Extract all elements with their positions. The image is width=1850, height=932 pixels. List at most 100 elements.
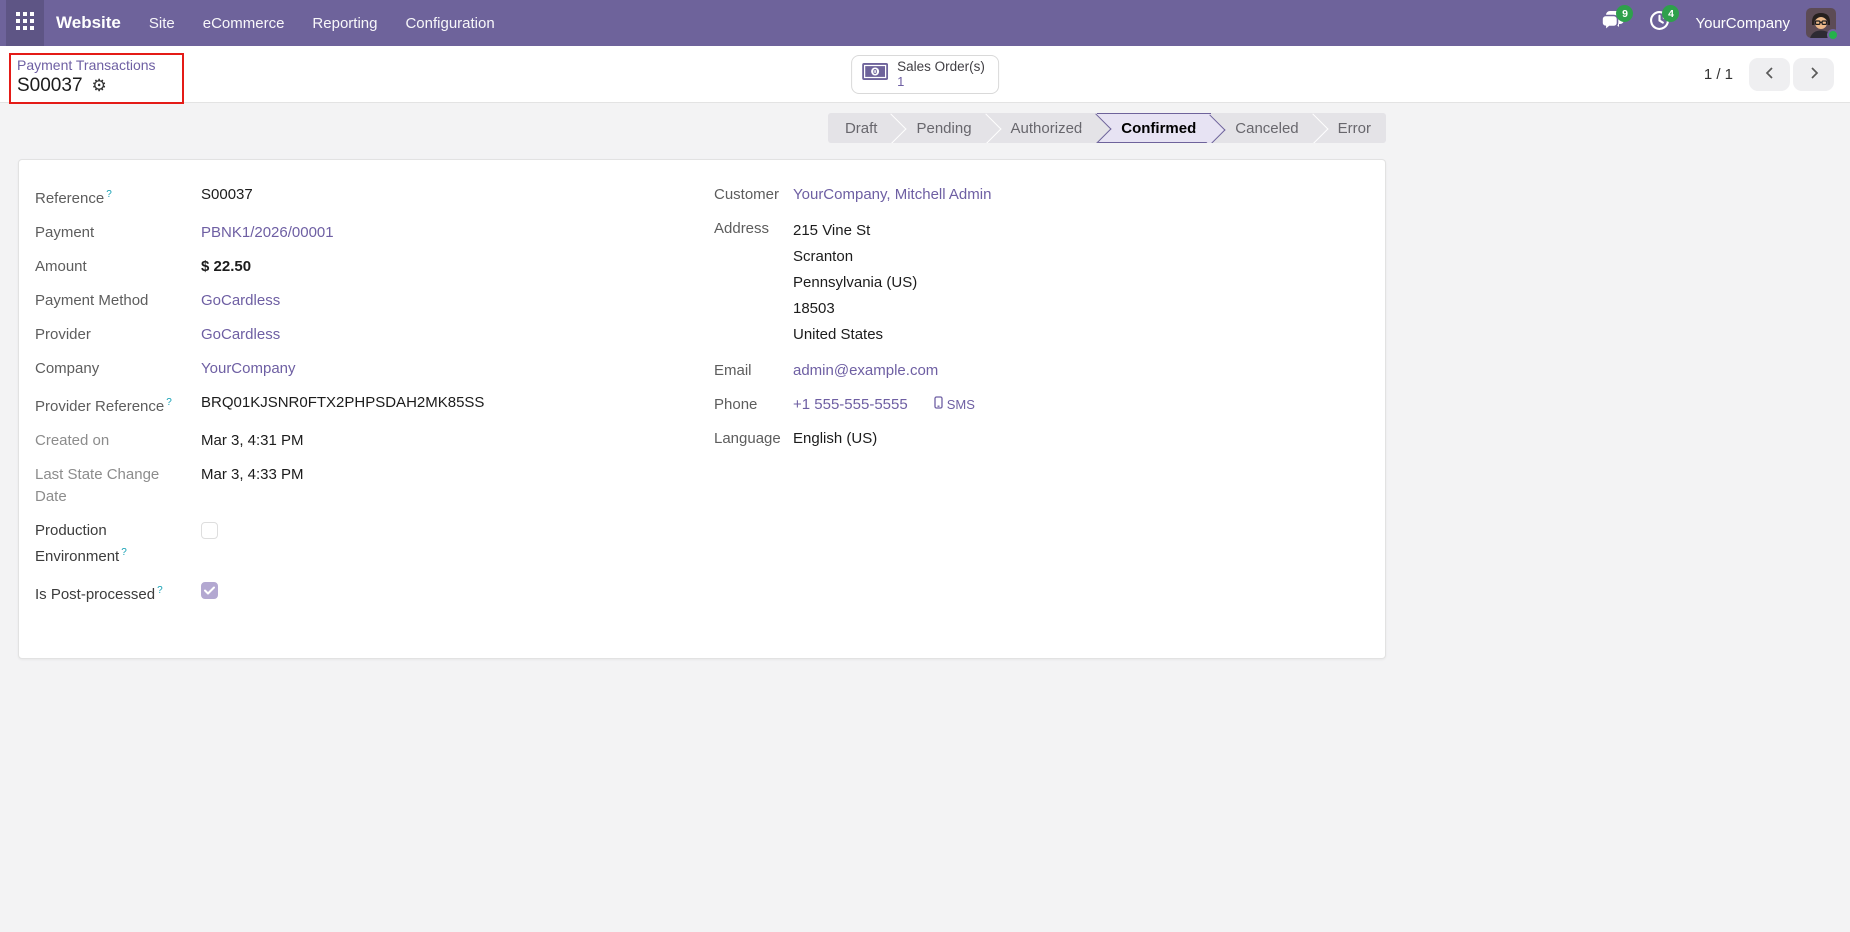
page-title: S00037	[17, 75, 83, 96]
field-label: Payment Method	[35, 292, 149, 309]
help-marker: ?	[121, 547, 127, 558]
status-step-canceled[interactable]: Canceled	[1211, 113, 1313, 143]
field-link-customer[interactable]: YourCompany, Mitchell Admin	[793, 184, 991, 206]
statusbar: Draft Pending Authorized Confirmed Cance…	[827, 113, 1386, 143]
field-link-phone[interactable]: +1 555-555-5555	[793, 394, 908, 416]
address-line: United States	[793, 326, 884, 343]
field-label: Customer	[714, 186, 780, 203]
field-label: Company	[35, 360, 100, 377]
field-label: Last State Change Date	[35, 466, 160, 505]
status-step-pending[interactable]: Pending	[892, 113, 986, 143]
messages-badge: 9	[1616, 5, 1634, 22]
field-link-payment[interactable]: PBNK1/2026/00001	[201, 222, 334, 244]
field-label: Provider	[35, 326, 91, 343]
field-link-payment-method[interactable]: GoCardless	[201, 290, 280, 312]
money-bill-icon: 0	[862, 63, 889, 85]
send-sms-button[interactable]: SMS	[934, 394, 975, 416]
help-marker: ?	[106, 189, 112, 200]
field-label: Address	[714, 220, 770, 237]
record-pager: 1 / 1	[1704, 58, 1834, 91]
status-step-confirmed[interactable]: Confirmed	[1097, 113, 1212, 143]
pager-next-button[interactable]	[1793, 58, 1834, 91]
address-line: 18503	[793, 300, 835, 317]
field-row-address: Address 215 Vine St Scranton Pennsylvani…	[714, 218, 1369, 348]
field-label: Payment	[35, 224, 95, 241]
status-step-authorized[interactable]: Authorized	[987, 113, 1098, 143]
chevron-right-icon	[1807, 65, 1821, 84]
field-row-company: Company YourCompany	[35, 358, 702, 380]
form-view: Draft Pending Authorized Confirmed Cance…	[0, 103, 1850, 932]
gear-icon[interactable]: ⚙	[92, 76, 107, 96]
field-row-payment-method: Payment Method GoCardless	[35, 290, 702, 312]
field-row-language: Language English (US)	[714, 428, 1369, 450]
svg-text:0: 0	[873, 67, 877, 76]
stat-button-count: 1	[897, 74, 905, 89]
online-status-dot	[1827, 29, 1839, 41]
user-company-name[interactable]: YourCompany	[1695, 15, 1790, 32]
field-row-phone: Phone +1 555-555-5555 SMS	[714, 394, 1369, 416]
activities-button[interactable]: 4	[1641, 0, 1680, 46]
field-label: Language	[714, 430, 781, 447]
send-sms-label: SMS	[946, 397, 975, 412]
annotation-highlight: Payment Transactions S00037 ⚙	[9, 53, 184, 104]
form-sheet: Reference? S00037 Payment PBNK1/2026/000…	[18, 159, 1386, 659]
apps-menu-button[interactable]	[6, 0, 44, 46]
messages-button[interactable]: 9	[1595, 0, 1634, 46]
help-marker: ?	[157, 585, 163, 596]
menu-reporting[interactable]: Reporting	[298, 0, 391, 46]
stat-button-label: Sales Order(s)	[897, 59, 985, 74]
address-line: Scranton	[793, 248, 854, 265]
field-value-created-on: Mar 3, 4:31 PM	[201, 432, 304, 449]
menu-ecommerce[interactable]: eCommerce	[189, 0, 299, 46]
field-value-amount: $ 22.50	[201, 258, 252, 275]
field-label: Created on	[35, 432, 110, 449]
field-row-provider-reference: Provider Reference? BRQ01KJSNR0FTX2PHPSD…	[35, 392, 702, 418]
field-label: Production Environment	[35, 522, 120, 565]
is-post-processed-checkbox[interactable]	[201, 582, 218, 599]
pager-value: 1 / 1	[1703, 66, 1733, 83]
field-row-email: Email admin@example.com	[714, 360, 1369, 382]
field-link-provider[interactable]: GoCardless	[201, 324, 280, 346]
field-row-amount: Amount $ 22.50	[35, 256, 702, 278]
field-value-language: English (US)	[793, 430, 878, 447]
field-row-is-post-processed: Is Post-processed?	[35, 580, 702, 606]
activities-badge: 4	[1662, 5, 1680, 22]
production-environment-checkbox[interactable]	[201, 522, 218, 539]
field-link-company[interactable]: YourCompany	[201, 358, 296, 380]
menu-configuration[interactable]: Configuration	[391, 0, 508, 46]
field-value-reference: S00037	[201, 186, 253, 203]
control-panel: Payment Transactions S00037 ⚙ 0 Sales Or…	[0, 46, 1850, 104]
field-value-address: 215 Vine St Scranton Pennsylvania (US) 1…	[793, 218, 917, 348]
field-row-customer: Customer YourCompany, Mitchell Admin	[714, 184, 1369, 206]
help-marker: ?	[166, 397, 172, 408]
address-line: Pennsylvania (US)	[793, 274, 918, 291]
app-brand[interactable]: Website	[56, 13, 121, 33]
field-row-reference: Reference? S00037	[35, 184, 702, 210]
field-link-email[interactable]: admin@example.com	[793, 360, 938, 382]
check-icon	[204, 580, 215, 602]
status-step-draft[interactable]: Draft	[828, 113, 893, 143]
field-label: Is Post-processed	[35, 586, 156, 603]
field-value-provider-reference: BRQ01KJSNR0FTX2PHPSDAH2MK85SS	[201, 394, 485, 411]
apps-grid-icon	[16, 11, 34, 35]
breadcrumb-parent-link[interactable]: Payment Transactions	[17, 57, 156, 74]
sales-orders-stat-button[interactable]: 0 Sales Order(s) 1	[851, 55, 999, 94]
field-label: Amount	[35, 258, 87, 275]
field-row-last-state-change: Last State Change Date Mar 3, 4:33 PM	[35, 464, 702, 508]
address-line: 215 Vine St	[793, 222, 871, 239]
field-label: Reference	[35, 190, 105, 207]
field-row-production-environment: Production Environment?	[35, 520, 702, 568]
field-label: Provider Reference	[35, 398, 165, 415]
chevron-left-icon	[1763, 65, 1777, 84]
menu-site[interactable]: Site	[135, 0, 189, 46]
mobile-phone-icon	[934, 394, 943, 416]
field-value-last-state-change: Mar 3, 4:33 PM	[201, 466, 304, 483]
breadcrumb: S00037 ⚙	[17, 74, 156, 97]
field-row-provider: Provider GoCardless	[35, 324, 702, 346]
pager-previous-button[interactable]	[1749, 58, 1790, 91]
field-label: Phone	[714, 396, 758, 413]
top-navbar: Website Site eCommerce Reporting Configu…	[0, 0, 1850, 46]
field-row-created-on: Created on Mar 3, 4:31 PM	[35, 430, 702, 452]
field-row-payment: Payment PBNK1/2026/00001	[35, 222, 702, 244]
user-avatar[interactable]	[1806, 8, 1839, 41]
